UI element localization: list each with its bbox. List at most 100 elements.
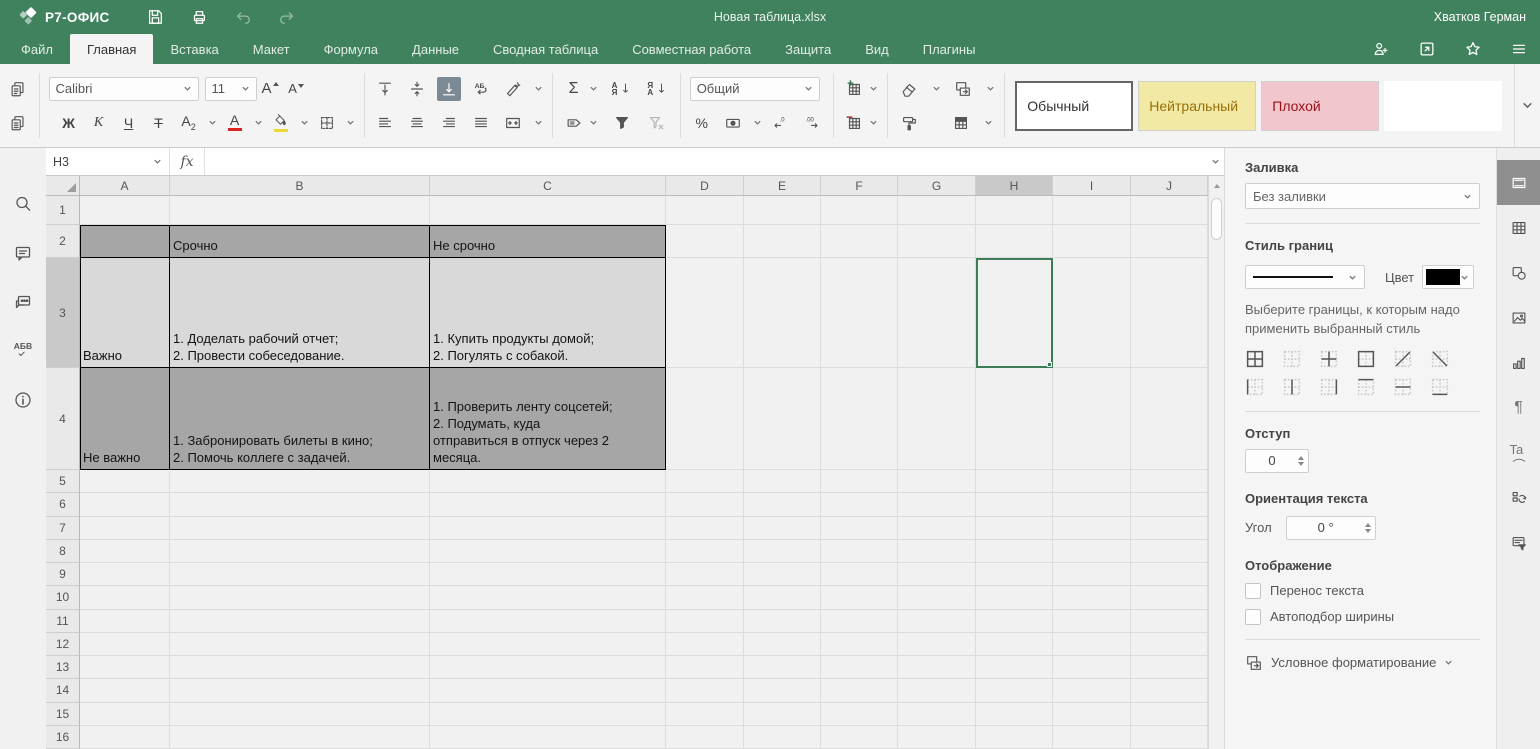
cell-B8[interactable] bbox=[170, 540, 430, 563]
cell-C16[interactable] bbox=[430, 726, 666, 749]
cell-I5[interactable] bbox=[1053, 470, 1131, 493]
column-header-F[interactable]: F bbox=[821, 176, 898, 196]
filter-button[interactable] bbox=[610, 111, 634, 135]
cell-F16[interactable] bbox=[821, 726, 898, 749]
cell-G16[interactable] bbox=[898, 726, 976, 749]
tab-Данные[interactable]: Данные bbox=[395, 34, 476, 64]
tab-Вставка[interactable]: Вставка bbox=[153, 34, 235, 64]
comments-icon[interactable] bbox=[9, 239, 37, 267]
cell-G4[interactable] bbox=[898, 368, 976, 470]
cell-H10[interactable] bbox=[976, 586, 1053, 609]
cell-I1[interactable] bbox=[1053, 196, 1131, 225]
align-top-button[interactable] bbox=[373, 77, 397, 101]
italic-button[interactable]: K bbox=[87, 111, 111, 135]
border-diag-down-icon[interactable] bbox=[1430, 349, 1450, 369]
row-header-9[interactable]: 9 bbox=[46, 563, 80, 586]
border-all-icon[interactable] bbox=[1245, 349, 1265, 369]
font-color-button[interactable]: А bbox=[223, 111, 247, 135]
column-header-J[interactable]: J bbox=[1131, 176, 1208, 196]
cell-D1[interactable] bbox=[666, 196, 744, 225]
column-header-C[interactable]: C bbox=[430, 176, 666, 196]
cell-A12[interactable] bbox=[80, 633, 170, 656]
border-top-icon[interactable] bbox=[1356, 377, 1376, 397]
cell-B15[interactable] bbox=[170, 703, 430, 726]
cell-G11[interactable] bbox=[898, 610, 976, 633]
row-header-12[interactable]: 12 bbox=[46, 633, 80, 656]
wrap-text-button[interactable] bbox=[501, 77, 525, 101]
info-icon[interactable] bbox=[9, 386, 37, 414]
print-icon[interactable] bbox=[188, 6, 210, 28]
cell-F1[interactable] bbox=[821, 196, 898, 225]
cell-D13[interactable] bbox=[666, 656, 744, 679]
cell-B5[interactable] bbox=[170, 470, 430, 493]
strikeout-button[interactable]: Т bbox=[147, 111, 171, 135]
cell-J5[interactable] bbox=[1131, 470, 1208, 493]
hamburger-menu-icon[interactable] bbox=[1508, 38, 1530, 60]
column-header-A[interactable]: A bbox=[80, 176, 170, 196]
cell-E11[interactable] bbox=[744, 610, 821, 633]
cell-F4[interactable] bbox=[821, 368, 898, 470]
cell-A7[interactable] bbox=[80, 517, 170, 540]
row-header-2[interactable]: 2 bbox=[46, 225, 80, 258]
cell-G12[interactable] bbox=[898, 633, 976, 656]
cell-J3[interactable] bbox=[1131, 258, 1208, 368]
cell-A3[interactable]: Важно bbox=[80, 258, 170, 368]
format-as-table-button[interactable] bbox=[949, 111, 973, 135]
tab-Сводная таблица[interactable]: Сводная таблица bbox=[476, 34, 615, 64]
cell-D15[interactable] bbox=[666, 703, 744, 726]
cell-J9[interactable] bbox=[1131, 563, 1208, 586]
sort-ascending-button[interactable]: АЯ bbox=[610, 77, 636, 101]
cell-H1[interactable] bbox=[976, 196, 1053, 225]
paragraph-settings-icon[interactable]: ¶ bbox=[1497, 385, 1540, 430]
cell-E15[interactable] bbox=[744, 703, 821, 726]
fill-color-button[interactable] bbox=[269, 111, 293, 135]
cell-I11[interactable] bbox=[1053, 610, 1131, 633]
cell-J10[interactable] bbox=[1131, 586, 1208, 609]
cell-B11[interactable] bbox=[170, 610, 430, 633]
indent-spinner[interactable]: 0 bbox=[1245, 449, 1309, 473]
cell-C4[interactable]: 1. Проверить ленту соцсетей; 2. Подумать… bbox=[430, 368, 666, 470]
column-header-I[interactable]: I bbox=[1053, 176, 1131, 196]
row-header-6[interactable]: 6 bbox=[46, 493, 80, 516]
cell-E10[interactable] bbox=[744, 586, 821, 609]
sort-descending-button[interactable]: ЯА bbox=[645, 77, 671, 101]
paste-button[interactable] bbox=[6, 111, 30, 135]
cell-F11[interactable] bbox=[821, 610, 898, 633]
row-header-3[interactable]: 3 bbox=[46, 258, 80, 368]
cell-A10[interactable] bbox=[80, 586, 170, 609]
text-orientation-button[interactable]: АБ bbox=[469, 77, 493, 101]
cell-H16[interactable] bbox=[976, 726, 1053, 749]
cell-B9[interactable] bbox=[170, 563, 430, 586]
column-header-E[interactable]: E bbox=[744, 176, 821, 196]
cell-A4[interactable]: Не важно bbox=[80, 368, 170, 470]
cell-F7[interactable] bbox=[821, 517, 898, 540]
cell-C7[interactable] bbox=[430, 517, 666, 540]
cell-style-Плохой[interactable]: Плохой bbox=[1261, 81, 1379, 131]
cell-A15[interactable] bbox=[80, 703, 170, 726]
cell-G15[interactable] bbox=[898, 703, 976, 726]
cell-C8[interactable] bbox=[430, 540, 666, 563]
column-header-B[interactable]: B bbox=[170, 176, 430, 196]
cell-C9[interactable] bbox=[430, 563, 666, 586]
cell-J1[interactable] bbox=[1131, 196, 1208, 225]
cell-B10[interactable] bbox=[170, 586, 430, 609]
cell-A13[interactable] bbox=[80, 656, 170, 679]
chat-icon[interactable] bbox=[9, 288, 37, 316]
cell-D16[interactable] bbox=[666, 726, 744, 749]
cell-B14[interactable] bbox=[170, 679, 430, 702]
cell-style-Обычный[interactable]: Обычный bbox=[1015, 81, 1133, 131]
cell-B12[interactable] bbox=[170, 633, 430, 656]
insert-function-button[interactable]: fx bbox=[170, 148, 205, 175]
cell-E12[interactable] bbox=[744, 633, 821, 656]
cell-I3[interactable] bbox=[1053, 258, 1131, 368]
cell-style-Нейтральный[interactable]: Нейтральный bbox=[1138, 81, 1256, 131]
row-header-10[interactable]: 10 bbox=[46, 586, 80, 609]
row-header-7[interactable]: 7 bbox=[46, 517, 80, 540]
cell-A8[interactable] bbox=[80, 540, 170, 563]
cell-I16[interactable] bbox=[1053, 726, 1131, 749]
redo-icon[interactable] bbox=[276, 6, 298, 28]
border-right-icon[interactable] bbox=[1319, 377, 1339, 397]
cell-C1[interactable] bbox=[430, 196, 666, 225]
save-icon[interactable] bbox=[144, 6, 166, 28]
delete-cells-button[interactable] bbox=[842, 111, 866, 135]
